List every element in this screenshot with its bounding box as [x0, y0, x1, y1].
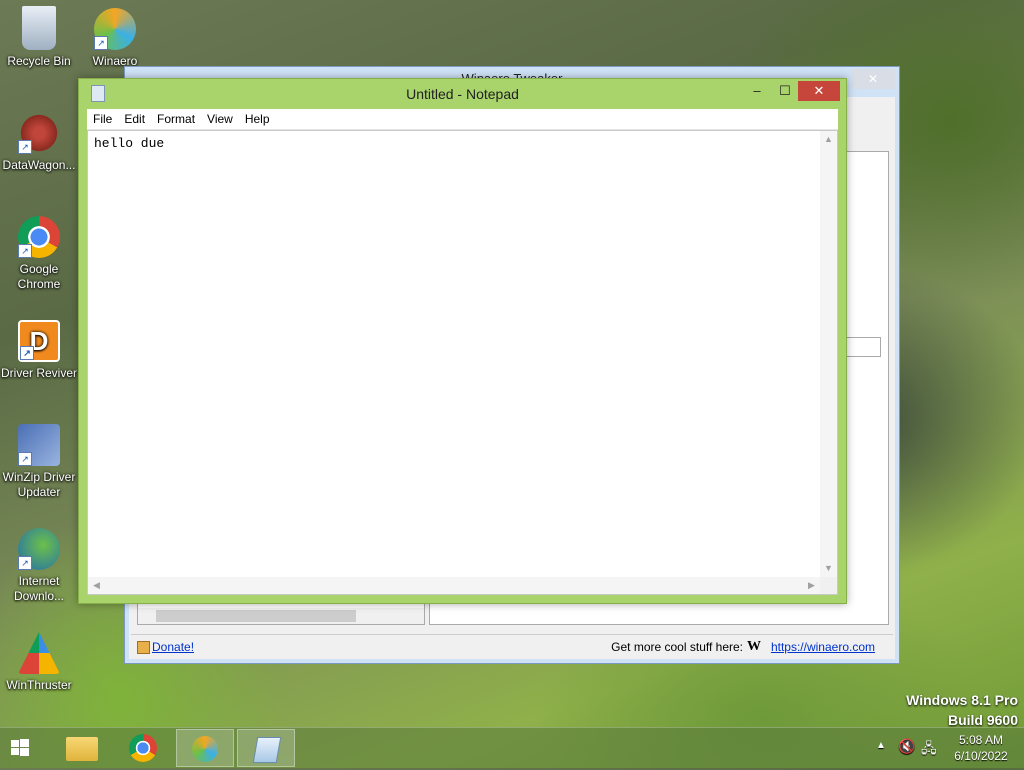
clock-time: 5:08 AM: [958, 733, 1004, 747]
promo-text: Get more cool stuff here:: [611, 640, 743, 654]
shortcut-arrow-icon: ↗: [18, 140, 32, 154]
scroll-left-icon[interactable]: ◀: [88, 577, 105, 594]
scroll-up-icon[interactable]: ▲: [820, 131, 837, 148]
notepad-window[interactable]: Untitled - Notepad – ☐ ✕ File Edit Format V…: [78, 78, 847, 604]
size-grip[interactable]: [820, 577, 837, 594]
shortcut-arrow-icon: ↗: [18, 556, 32, 570]
editor-content[interactable]: hello due: [94, 136, 164, 151]
taskbar-chrome[interactable]: [115, 729, 173, 767]
winzip-icon: ↗: [18, 424, 60, 466]
taskbar-notepad[interactable]: [237, 729, 295, 767]
show-hidden-icons[interactable]: ▲: [876, 740, 886, 751]
driver-reviver-icon: D ↗: [18, 320, 60, 362]
idm-icon: ↗: [18, 528, 60, 570]
windows-edition-text: Windows 8.1 Pro: [906, 692, 1018, 708]
taskbar-file-explorer[interactable]: [54, 729, 112, 767]
shortcut-arrow-icon: ↗: [94, 36, 108, 50]
recycle-bin-icon: [22, 6, 56, 50]
chrome-icon: [129, 734, 157, 762]
menu-format[interactable]: Format: [151, 109, 201, 129]
donate-link[interactable]: Donate!: [152, 640, 194, 654]
desktop-icon-winthruster[interactable]: WinThruster: [0, 632, 78, 693]
maximize-button[interactable]: ☐: [772, 81, 798, 101]
clock[interactable]: 5:08 AM 6/10/2022: [944, 732, 1018, 764]
chrome-icon: ↗: [18, 216, 60, 258]
shortcut-arrow-icon: ↗: [20, 346, 34, 360]
taskbar-winaero-tweaker[interactable]: [176, 729, 234, 767]
desktop-icon-label: DataWagon...: [2, 158, 76, 172]
network-icon[interactable]: 🖧: [921, 738, 937, 762]
donate-icon: [137, 641, 150, 654]
volume-muted-icon[interactable]: 🔇: [898, 738, 915, 755]
start-button[interactable]: [0, 729, 58, 767]
desktop-icon-driver-reviver[interactable]: D ↗ Driver Reviver: [0, 320, 78, 381]
winaero-icon: ↗: [94, 8, 136, 50]
clock-date: 6/10/2022: [954, 749, 1008, 763]
winaero-w-icon: W: [747, 639, 761, 654]
menu-edit[interactable]: Edit: [118, 109, 151, 129]
menu-view[interactable]: View: [201, 109, 239, 129]
shortcut-arrow-icon: ↗: [18, 452, 32, 466]
vertical-scrollbar[interactable]: ▲ ▼: [820, 131, 837, 577]
menu-file[interactable]: File: [87, 109, 118, 129]
desktop-icon-label: Internet Downlo...: [13, 574, 65, 603]
datawagon-icon: ↗: [18, 112, 60, 154]
desktop-icon-label: WinZip Driver Updater: [2, 470, 76, 499]
winthruster-icon: [18, 632, 60, 674]
desktop-icon-label: WinThruster: [6, 678, 72, 692]
scroll-thumb[interactable]: [156, 610, 356, 622]
desktop-icon-label: Driver Reviver: [0, 366, 77, 380]
desktop-icon-google-chrome[interactable]: ↗ Google Chrome: [0, 216, 78, 292]
winaero-link[interactable]: https://winaero.com: [771, 640, 875, 654]
desktop-icon-label: Recycle Bin: [7, 54, 71, 68]
windows-logo-icon: [11, 739, 29, 756]
desktop-icon-label: Google Chrome: [17, 262, 61, 291]
scroll-right-icon[interactable]: ▶: [803, 577, 820, 594]
horizontal-scrollbar[interactable]: ◀ ▶: [88, 577, 820, 594]
desktop-icon-recycle-bin[interactable]: Recycle Bin: [0, 6, 78, 69]
close-button[interactable]: ✕: [798, 81, 840, 101]
shortcut-arrow-icon: ↗: [18, 244, 32, 258]
menu-help[interactable]: Help: [239, 109, 276, 129]
menu-bar: File Edit Format View Help: [87, 109, 838, 130]
window-title: Untitled - Notepad: [406, 86, 519, 102]
desktop-icon-winaero[interactable]: ↗ Winaero: [76, 8, 154, 69]
left-panel-hscroll[interactable]: [138, 608, 424, 624]
taskbar: ▲ 🔇 🖧 5:08 AM 6/10/2022: [0, 727, 1024, 768]
scroll-down-icon[interactable]: ▼: [820, 560, 837, 577]
desktop-icon-winzip-driver-updater[interactable]: ↗ WinZip Driver Updater: [0, 424, 78, 500]
windows-build-text: Build 9600: [947, 712, 1018, 728]
winaero-icon: [192, 736, 218, 762]
folder-icon: [66, 737, 98, 761]
text-editor[interactable]: hello due ▲ ▼ ◀ ▶: [87, 130, 838, 595]
notepad-titlebar[interactable]: Untitled - Notepad – ☐ ✕: [79, 79, 846, 109]
winaero-footer: Donate! Get more cool stuff here: W http…: [131, 634, 893, 659]
notepad-icon: [252, 737, 282, 763]
close-button[interactable]: ✕: [851, 69, 895, 89]
desktop-icon-internet-download-manager[interactable]: ↗ Internet Downlo...: [0, 528, 78, 604]
desktop-icon-datawagon[interactable]: ↗ DataWagon...: [0, 112, 78, 173]
minimize-button[interactable]: –: [742, 81, 772, 101]
